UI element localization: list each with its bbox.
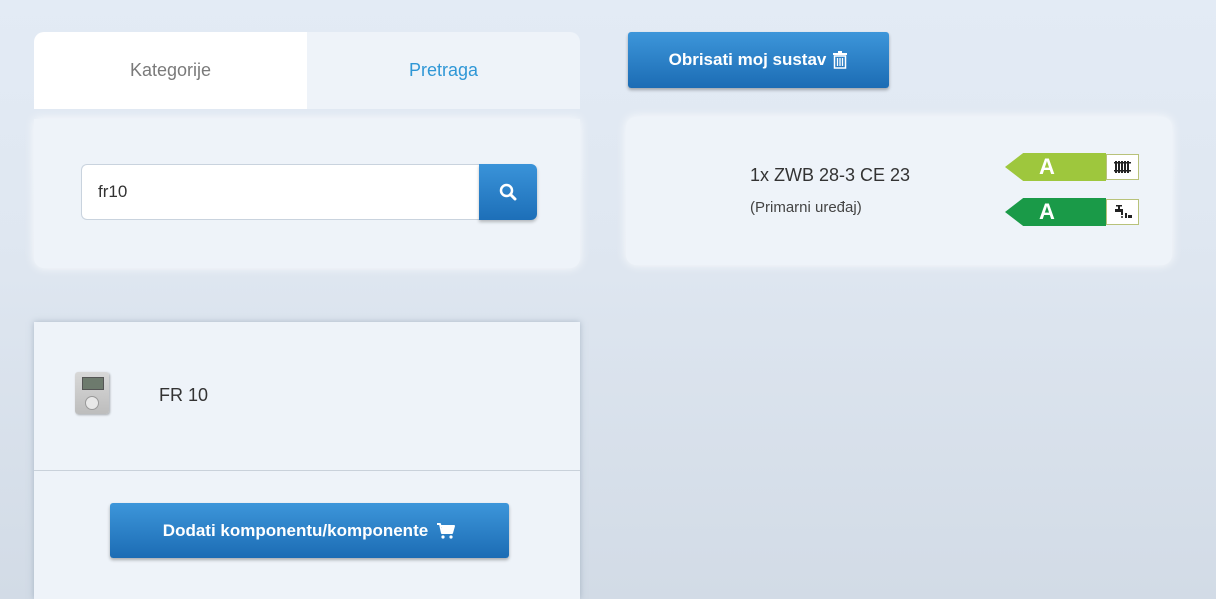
- tab-categories-label: Kategorije: [129, 60, 212, 80]
- tap-icon: [1114, 205, 1132, 218]
- clear-system-button[interactable]: Obrisati moj sustav: [628, 32, 889, 88]
- product-name: FR 10: [159, 385, 209, 405]
- search-panel: [34, 119, 580, 268]
- device-name: 1x ZWB 28-3 CE 23: [750, 165, 911, 185]
- energy-class-arrow: A: [1005, 198, 1106, 226]
- search-input[interactable]: [81, 164, 479, 220]
- clear-system-label: Obrisati moj sustav: [668, 50, 827, 69]
- add-component-button[interactable]: Dodati komponentu/komponente: [110, 503, 509, 558]
- energy-class-arrow: A: [1005, 153, 1106, 181]
- search-icon: [499, 183, 517, 201]
- trash-icon: [833, 51, 848, 69]
- energy-class-letter: A: [1039, 154, 1055, 179]
- search-box: [81, 164, 537, 220]
- radiator-icon: [1113, 161, 1131, 173]
- thermostat-thumbnail: [75, 372, 109, 414]
- add-component-label: Dodati komponentu/komponente: [162, 520, 429, 540]
- results-panel: FR 10 Dodati komponentu/komponente: [34, 322, 580, 599]
- device-role: (Primarni uređaj): [750, 199, 862, 216]
- thumbnail-display: [82, 377, 104, 390]
- search-button[interactable]: [479, 164, 537, 220]
- left-column: Kategorije Pretraga: [34, 32, 580, 268]
- radiator-icon-box: [1106, 154, 1139, 180]
- system-panel: 1x ZWB 28-3 CE 23 (Primarni uređaj) A A: [626, 117, 1172, 265]
- cart-icon: [437, 522, 456, 539]
- tab-bar: Kategorije Pretraga: [34, 32, 580, 109]
- thumbnail-knob: [85, 396, 99, 410]
- tab-search[interactable]: Pretraga: [307, 32, 580, 109]
- energy-label-water: A: [1005, 197, 1139, 227]
- energy-label-heating: A: [1005, 152, 1139, 182]
- tab-categories[interactable]: Kategorije: [34, 32, 307, 109]
- list-item[interactable]: FR 10: [34, 322, 580, 471]
- tap-icon-box: [1106, 199, 1139, 225]
- tab-search-label: Pretraga: [408, 60, 479, 80]
- energy-class-letter: A: [1039, 199, 1055, 224]
